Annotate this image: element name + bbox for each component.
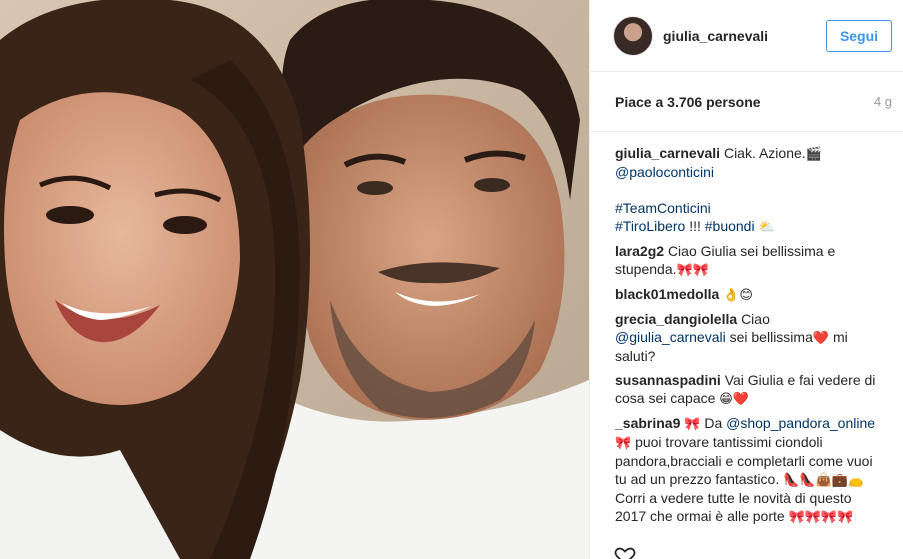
bow-emoji: 🎀 — [615, 435, 632, 450]
comment-username[interactable]: susannaspadini — [615, 372, 721, 388]
post-photo-image — [0, 0, 589, 559]
hashtag-teamconticini[interactable]: #TeamConticini — [615, 200, 711, 216]
comment-username[interactable]: _sabrina9 — [615, 415, 680, 431]
comment-mention[interactable]: @shop_pandora_online — [726, 415, 875, 431]
bow-emoji: 🎀🎀 — [676, 262, 709, 277]
clapper-emoji: 🎬 — [805, 146, 822, 161]
ok-smile-emoji: 👌😊 — [723, 287, 753, 302]
shoes-bags-emoji: 👠👠👜💼👝 — [783, 472, 865, 487]
comment-text: Ciao — [741, 311, 770, 327]
comment-text: sei bellissima — [729, 329, 813, 345]
caption: giulia_carnevali Ciak. Azione.🎬 @paoloco… — [615, 144, 883, 236]
comments-list: giulia_carnevali Ciak. Azione.🎬 @paoloco… — [590, 132, 903, 526]
post-header: giulia_carnevali Segui — [590, 0, 903, 72]
list-item: black01medolla 👌😊 — [615, 285, 883, 304]
list-item: grecia_dangiolella Ciao @giulia_carneval… — [615, 310, 883, 365]
hashtag-tirolibero[interactable]: #TiroLibero — [615, 218, 685, 234]
comment-username[interactable]: lara2g2 — [615, 243, 664, 259]
caption-mention[interactable]: @paoloconticini — [615, 164, 714, 180]
post-sidebar: giulia_carnevali Segui Piace a 3.706 per… — [589, 0, 903, 559]
hashtag-buondi[interactable]: #buondi — [705, 218, 755, 234]
list-item: lara2g2 Ciao Giulia sei bellissima e stu… — [615, 242, 883, 279]
comment-username[interactable]: grecia_dangiolella — [615, 311, 737, 327]
post-photo[interactable] — [0, 0, 589, 559]
post-time[interactable]: 4 g — [874, 94, 892, 109]
likes-count[interactable]: Piace a 3.706 persone — [615, 94, 761, 110]
list-item: _sabrina9 🎀 Da @shop_pandora_online 🎀 pu… — [615, 414, 883, 526]
comment-text: Da — [704, 415, 723, 431]
follow-button[interactable]: Segui — [826, 19, 892, 52]
grin-heart-emoji: 😁❤️ — [719, 391, 750, 406]
sun-cloud-emoji: ⛅ — [758, 219, 775, 234]
comment-username[interactable]: black01medolla — [615, 286, 719, 302]
header-username[interactable]: giulia_carnevali — [663, 28, 826, 44]
bows-emoji: 🎀🎀🎀🎀 — [788, 509, 854, 524]
heart-emoji: ❤️ — [812, 330, 830, 345]
likes-row: Piace a 3.706 persone 4 g — [590, 72, 903, 132]
comment-mention[interactable]: @giulia_carnevali — [615, 329, 726, 345]
heart-icon[interactable] — [614, 546, 636, 559]
caption-username[interactable]: giulia_carnevali — [615, 145, 720, 161]
bow-emoji: 🎀 — [684, 416, 701, 431]
caption-text: Ciak. Azione. — [723, 145, 806, 161]
avatar[interactable] — [613, 15, 653, 56]
caption-tags-text: !!! — [689, 218, 701, 234]
list-item: susannaspadini Vai Giulia e fai vedere d… — [615, 371, 883, 408]
